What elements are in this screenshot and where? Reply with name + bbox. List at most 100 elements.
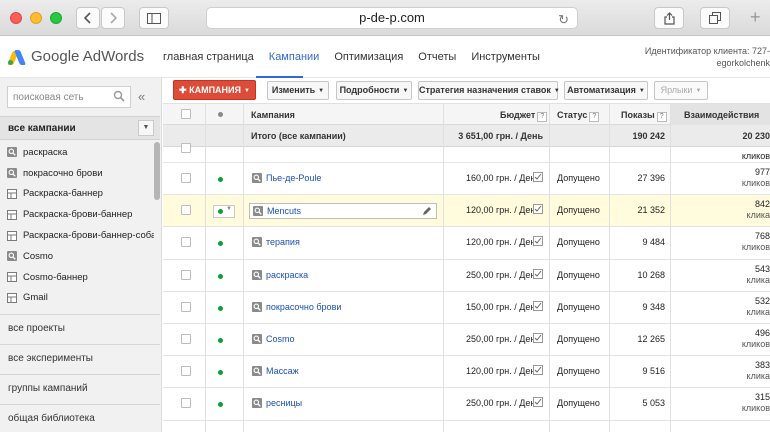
- chevron-down-icon[interactable]: ▼: [138, 120, 154, 136]
- nav-reports[interactable]: Отчеты: [418, 51, 456, 63]
- edit-budget-icon[interactable]: [533, 236, 543, 247]
- header-campaign[interactable]: Кампания: [251, 110, 295, 120]
- search-campaign-icon: [252, 366, 262, 377]
- sidebar-toggle-button[interactable]: [139, 7, 169, 29]
- new-tab-icon[interactable]: +: [750, 8, 770, 28]
- help-icon[interactable]: ?: [537, 112, 548, 122]
- row-checkbox[interactable]: [181, 205, 191, 216]
- help-icon[interactable]: ?: [589, 112, 600, 122]
- row-interactions-value: 977: [754, 167, 770, 177]
- campaign-link[interactable]: Пье-де-Poule: [252, 173, 321, 183]
- edit-dropdown-button[interactable]: Изменить ▼: [267, 81, 329, 100]
- row-checkbox[interactable]: [181, 301, 191, 312]
- share-button[interactable]: [654, 7, 684, 29]
- edit-budget-icon[interactable]: [533, 365, 543, 376]
- select-all-checkbox[interactable]: [181, 109, 191, 119]
- row-checkbox[interactable]: [181, 366, 191, 377]
- table-row[interactable]: раскраска 250,00 грн. / День Допущено 10 26…: [163, 259, 770, 292]
- minimize-window-button[interactable]: [30, 12, 42, 24]
- forward-button[interactable]: [101, 7, 125, 29]
- add-campaign-button[interactable]: ✚ КАМПАНИЯ ▼: [173, 80, 256, 100]
- table-row[interactable]: терапия 120,00 грн. / День Допущено 9 484 76…: [163, 227, 770, 260]
- table-row[interactable]: Cosmo 250,00 грн. / День Допущено 12 265 496…: [163, 323, 770, 357]
- automation-dropdown-button[interactable]: Автоматизация ▼: [564, 81, 648, 100]
- totals-interactions: 20 230: [742, 131, 770, 141]
- campaign-link[interactable]: раскраска: [252, 269, 308, 280]
- table-row[interactable]: ▼ Mencuts 120,00 грн. / День Допущено 21 352…: [163, 195, 770, 228]
- search-placeholder: поисковая сеть: [13, 92, 84, 103]
- edit-budget-icon[interactable]: [533, 172, 543, 182]
- sidebar-campaign-item[interactable]: Раскраска-баннер: [0, 184, 154, 205]
- close-window-button[interactable]: [10, 12, 22, 24]
- labels-dropdown-button[interactable]: Ярлыки ▼: [654, 81, 708, 100]
- campaign-name: Массаж: [266, 366, 299, 377]
- campaign-link[interactable]: ресницы: [252, 398, 302, 409]
- details-dropdown-button[interactable]: Подробности ▼: [336, 81, 412, 100]
- campaign-link[interactable]: Mencuts: [249, 203, 437, 220]
- nav-optimization[interactable]: Оптимизация: [334, 51, 403, 63]
- row-checkbox[interactable]: [181, 237, 191, 248]
- zoom-window-button[interactable]: [50, 12, 62, 24]
- edit-budget-icon[interactable]: [533, 204, 543, 215]
- header-interactions[interactable]: Взаимодействия: [684, 110, 759, 120]
- row-checkbox[interactable]: [181, 333, 191, 344]
- edit-budget-icon[interactable]: [533, 397, 543, 408]
- row-checkbox[interactable]: [181, 143, 191, 153]
- tabs-overview-button[interactable]: [700, 7, 730, 29]
- google-adwords-logo[interactable]: Google AdWords: [7, 48, 144, 65]
- help-icon[interactable]: ?: [656, 112, 667, 122]
- campaign-link[interactable]: терапия: [252, 237, 300, 248]
- sidebar-campaign-item[interactable]: раскраска: [0, 142, 154, 163]
- collapse-sidebar-icon[interactable]: «: [138, 89, 145, 104]
- sidebar-campaign-item[interactable]: Cosmo-баннер: [0, 267, 154, 288]
- sidebar-campaign-item[interactable]: Gmail: [0, 288, 154, 309]
- address-bar[interactable]: p-de-p.com ↻: [206, 7, 578, 29]
- edit-budget-icon[interactable]: [533, 332, 543, 343]
- sidebar-scrollbar[interactable]: [154, 142, 160, 200]
- row-interactions: 315 кликов: [742, 392, 770, 414]
- sidebar-campaign-item[interactable]: Раскраска-брови-баннер: [0, 204, 154, 225]
- row-checkbox[interactable]: [181, 398, 191, 409]
- status-dropdown[interactable]: ▼: [213, 205, 235, 219]
- sidebar-search-input[interactable]: поисковая сеть: [7, 86, 131, 108]
- header-status[interactable]: Статус?: [557, 110, 600, 122]
- row-interactions-unit: клика: [746, 274, 770, 285]
- search-icon[interactable]: [113, 90, 125, 102]
- sidebar-campaign-item[interactable]: Раскраска-брови-баннер-собака: [0, 225, 154, 246]
- sidebar-section-shared-library[interactable]: общая библиотека: [0, 404, 160, 432]
- row-status: Допущено: [557, 398, 600, 409]
- row-checkbox[interactable]: [181, 173, 191, 183]
- all-campaigns-item[interactable]: все кампании ▼: [0, 116, 160, 140]
- sidebar-campaign-item[interactable]: покрасочно брови: [0, 163, 154, 184]
- nav-campaigns[interactable]: Кампании: [269, 51, 320, 63]
- account-info[interactable]: Идентификатор клиента: 727- egorkolchenk: [645, 45, 770, 69]
- header-impressions[interactable]: Показы?: [621, 110, 667, 122]
- header-budget[interactable]: Бюджет?: [500, 110, 548, 122]
- sidebar-section-projects[interactable]: все проекты: [0, 314, 160, 344]
- back-button[interactable]: [76, 7, 100, 29]
- status-column-icon[interactable]: [218, 112, 223, 117]
- table-row-partial: кликов: [163, 143, 770, 163]
- campaign-link[interactable]: Cosmo: [252, 333, 295, 344]
- header-impressions-label: Показы: [621, 110, 655, 120]
- row-interactions-value: 543: [754, 263, 770, 274]
- edit-budget-icon[interactable]: [533, 300, 543, 311]
- nav-tools[interactable]: Инструменты: [471, 51, 540, 63]
- nav-home[interactable]: главная страница: [163, 51, 254, 63]
- sidebar-campaign-item[interactable]: Cosmo: [0, 246, 154, 267]
- pencil-icon[interactable]: [422, 206, 432, 216]
- totals-impressions: 190 242: [632, 131, 665, 141]
- edit-budget-icon[interactable]: [533, 268, 543, 279]
- bid-strategy-dropdown-button[interactable]: Стратегия назначения ставок ▼: [418, 81, 560, 100]
- reload-icon[interactable]: ↻: [558, 10, 569, 30]
- row-checkbox[interactable]: [181, 269, 191, 280]
- table-row[interactable]: ресницы 250,00 грн. / День Допущено 5 053 31…: [163, 388, 770, 421]
- sidebar-section-campaign-groups[interactable]: группы кампаний: [0, 374, 160, 404]
- campaign-link[interactable]: покрасочно брови: [252, 301, 341, 312]
- table-row[interactable]: Пье-де-Poule 160,00 грн. / День Допущено 27…: [163, 163, 770, 196]
- table-row[interactable]: Массаж 120,00 грн. / День Допущено 9 516 383…: [163, 356, 770, 389]
- sidebar-section-experiments[interactable]: все эксперименты: [0, 344, 160, 374]
- campaign-link[interactable]: Массаж: [252, 366, 299, 377]
- table-row[interactable]: покрасочно брови 150,00 грн. / День Допуще…: [163, 291, 770, 324]
- totals-label: Итого (все кампании): [251, 131, 346, 141]
